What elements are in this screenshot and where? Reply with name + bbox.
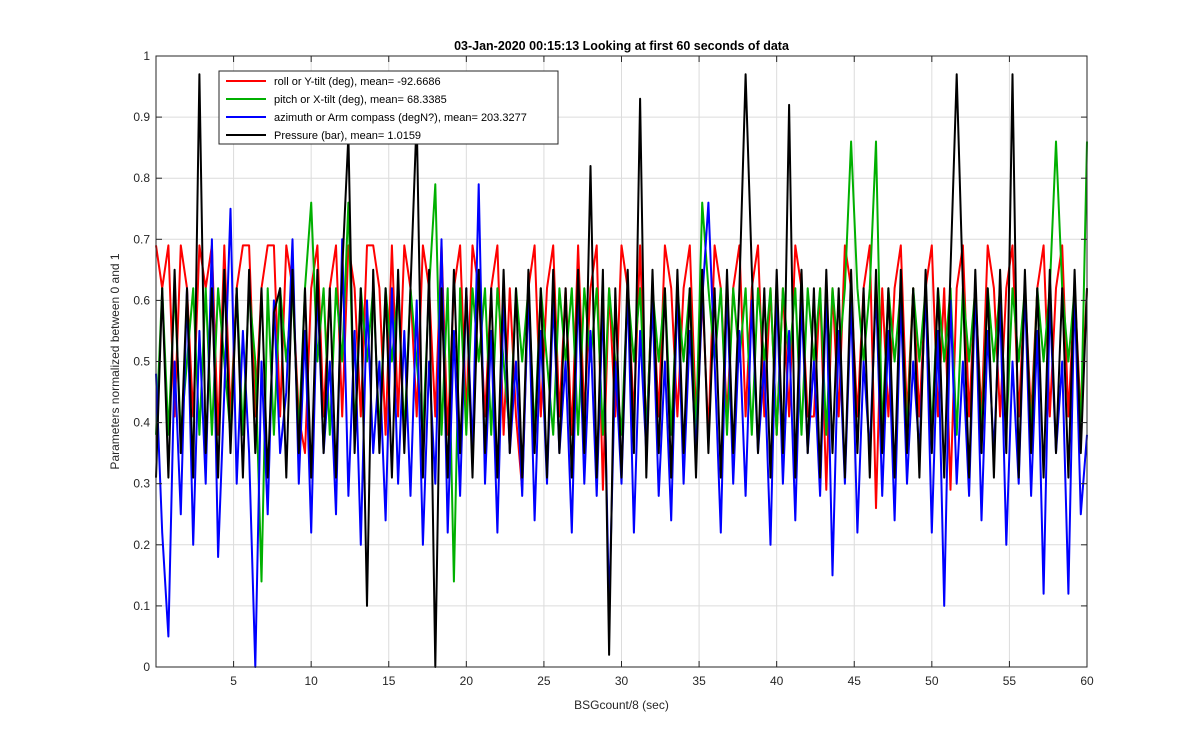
x-tick-label: 55 — [1003, 674, 1017, 688]
y-tick-label: 0.9 — [133, 110, 150, 124]
y-tick-label: 0.8 — [133, 171, 150, 185]
x-tick-label: 45 — [848, 674, 862, 688]
y-tick-label: 0.6 — [133, 293, 150, 307]
x-tick-label: 25 — [537, 674, 551, 688]
legend-label-0: roll or Y-tilt (deg), mean= -92.6686 — [274, 76, 441, 88]
x-tick-label: 5 — [230, 674, 237, 688]
x-tick-label: 30 — [615, 674, 629, 688]
x-tick-label: 50 — [925, 674, 939, 688]
y-tick-label: 0.7 — [133, 232, 150, 246]
x-tick-label: 10 — [304, 674, 318, 688]
legend-label-1: pitch or X-tilt (deg), mean= 68.3385 — [274, 94, 447, 106]
x-tick-label: 40 — [770, 674, 784, 688]
y-tick-label: 0.4 — [133, 416, 150, 430]
y-tick-label: 1 — [143, 49, 150, 63]
x-tick-label: 15 — [382, 674, 396, 688]
y-tick-label: 0.3 — [133, 477, 150, 491]
y-tick-label: 0.5 — [133, 355, 150, 369]
x-tick-label: 20 — [460, 674, 474, 688]
legend-label-3: Pressure (bar), mean= 1.0159 — [274, 130, 421, 142]
chart-title: 03-Jan-2020 00:15:13 Looking at first 60… — [454, 39, 790, 53]
legend-label-2: azimuth or Arm compass (degN?), mean= 20… — [274, 112, 527, 124]
y-tick-label: 0.2 — [133, 538, 150, 552]
x-tick-label: 60 — [1080, 674, 1094, 688]
legend: roll or Y-tilt (deg), mean= -92.6686 pitc… — [218, 70, 559, 145]
x-axis-label: BSGcount/8 (sec) — [574, 698, 669, 712]
y-tick-label: 0.1 — [133, 599, 150, 613]
y-axis-label: Parameters normalized between 0 and 1 — [108, 253, 122, 469]
chart-figure: 5 10 15 20 25 30 35 40 45 50 55 60 0 0.1 0.2 0.3 0.4 0.5 0… — [0, 0, 1200, 750]
y-tick-label: 0 — [143, 660, 150, 674]
x-tick-label: 35 — [692, 674, 706, 688]
